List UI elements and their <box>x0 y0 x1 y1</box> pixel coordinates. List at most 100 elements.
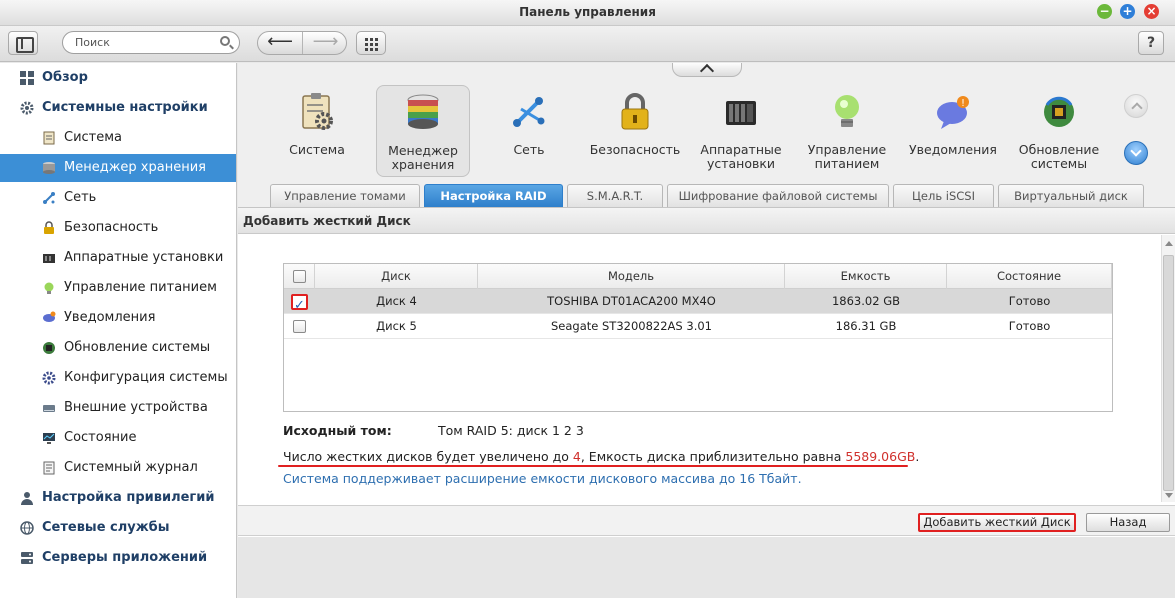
model-cell: Seagate ST3200822AS 3.01 <box>551 319 712 333</box>
sidebar-item-system[interactable]: Система <box>0 124 236 152</box>
tab-smart[interactable]: S.M.A.R.T. <box>567 184 663 207</box>
storage-disks-icon <box>407 94 439 129</box>
vertical-scrollbar[interactable] <box>1161 235 1175 502</box>
hardware-icon <box>43 254 55 263</box>
tab-filesystem-encryption[interactable]: Шифрование файловой системы <box>667 184 889 207</box>
app-label-line2: системы <box>1030 156 1088 171</box>
sidebar-item-network-services[interactable]: Сетевые службы <box>0 514 236 542</box>
table-row[interactable]: Диск 5 Seagate ST3200822AS 3.01 186.31 G… <box>284 314 1112 339</box>
sidebar-item-label: Состояние <box>64 430 137 445</box>
app-storage-manager[interactable]: Менеджер хранения <box>376 85 470 177</box>
globe-icon <box>20 521 34 535</box>
sidebar-item-external-devices[interactable]: Внешние устройства <box>0 394 236 422</box>
row-checkbox[interactable] <box>293 320 306 333</box>
row-checkbox-checked[interactable] <box>291 293 308 318</box>
sidebar-item-privileges[interactable]: Настройка привилегий <box>0 484 236 512</box>
sidebar-item-label: Настройка привилегий <box>42 490 215 505</box>
user-icon <box>21 492 33 505</box>
sidebar-item-label: Безопасность <box>64 220 159 235</box>
app-label-line1: Управление <box>807 142 887 157</box>
capacity-cell: 1863.02 GB <box>831 294 900 308</box>
sidebar-item-label: Системные настройки <box>42 100 208 115</box>
tab-volume-management[interactable]: Управление томами <box>270 184 420 207</box>
message-text: Число жестких дисков будет увеличено до <box>283 449 573 464</box>
help-button[interactable]: ? <box>1138 31 1164 55</box>
collapse-chevron-up-icon[interactable] <box>672 63 742 77</box>
sidebar-item-label: Аппаратные установки <box>64 250 224 265</box>
column-header-status[interactable]: Состояние <box>947 264 1112 289</box>
app-hardware[interactable]: Аппаратные установки <box>694 85 788 177</box>
sidebar-item-network[interactable]: Сеть <box>0 184 236 212</box>
search-input[interactable] <box>62 31 240 54</box>
model-cell: TOSHIBA DT01ACA200 MX4O <box>547 294 716 308</box>
source-volume-label: Исходный том: <box>283 423 392 438</box>
column-header-model[interactable]: Модель <box>478 264 785 289</box>
app-label-line2: хранения <box>391 157 455 172</box>
column-header-capacity[interactable]: Емкость <box>785 264 947 289</box>
storage-disks-icon <box>43 162 55 174</box>
grid-dot-icon <box>365 48 368 51</box>
app-label-line1: Уведомления <box>909 142 997 157</box>
scroll-arrow-up-icon[interactable] <box>1165 241 1173 246</box>
search-icon[interactable] <box>220 36 230 46</box>
sidebar-item-system-update[interactable]: Обновление системы <box>0 334 236 362</box>
sidebar-item-label: Сетевые службы <box>42 520 170 535</box>
sidebar-item-app-servers[interactable]: Серверы приложений <box>0 544 236 572</box>
capacity-support-message: Система поддерживает расширение емкости … <box>283 471 802 486</box>
sidebar-item-notifications[interactable]: Уведомления <box>0 304 236 332</box>
apps-grid-button[interactable] <box>356 31 386 55</box>
app-label-line1: Аппаратные <box>700 142 782 157</box>
action-bar: Добавить жесткий Диск Назад <box>238 505 1175 536</box>
sidebar-item-label: Серверы приложений <box>42 550 208 565</box>
sidebar-item-label: Обзор <box>42 70 88 85</box>
app-network[interactable]: Сеть <box>482 85 576 177</box>
grid-dot-icon <box>375 43 378 46</box>
table-row[interactable]: Диск 4 TOSHIBA DT01ACA200 MX4O 1863.02 G… <box>284 289 1112 318</box>
close-icon[interactable]: × <box>1144 4 1159 19</box>
minimize-icon[interactable]: − <box>1097 4 1112 19</box>
section-title: Добавить жесткий Диск <box>238 208 1175 234</box>
sidebar-item-overview[interactable]: Обзор <box>0 64 236 92</box>
select-all-checkbox[interactable] <box>293 270 306 283</box>
sidebar-item-hardware[interactable]: Аппаратные установки <box>0 244 236 272</box>
home-layout-button[interactable] <box>8 31 38 55</box>
grid-dot-icon <box>370 43 373 46</box>
sidebar-item-label: Конфигурация системы <box>64 370 228 385</box>
notification-bubble-icon: ! <box>937 96 969 129</box>
scroll-arrow-down-icon[interactable] <box>1165 493 1173 498</box>
sidebar-item-system-settings[interactable]: Системные настройки <box>0 94 236 122</box>
back-button[interactable]: Назад <box>1086 513 1170 532</box>
sidebar-item-status[interactable]: Состояние <box>0 424 236 452</box>
sidebar-item-security[interactable]: Безопасность <box>0 214 236 242</box>
sidebar-item-storage-manager[interactable]: Менеджер хранения <box>0 154 236 182</box>
sidebar-item-power[interactable]: Управление питанием <box>0 274 236 302</box>
lightbulb-icon <box>44 282 54 294</box>
sidebar-item-system-config[interactable]: Конфигурация системы <box>0 364 236 392</box>
padlock-icon <box>621 93 649 130</box>
app-system[interactable]: Система <box>270 85 364 177</box>
tab-raid-settings[interactable]: Настройка RAID <box>424 184 563 207</box>
maximize-icon[interactable]: + <box>1120 4 1135 19</box>
sidebar-item-label: Система <box>64 130 123 145</box>
app-power[interactable]: Управление питанием <box>800 85 894 177</box>
tab-virtual-disk[interactable]: Виртуальный диск <box>998 184 1144 207</box>
app-label-line1: Менеджер <box>388 143 458 158</box>
scroll-down-icon[interactable] <box>1124 141 1148 165</box>
back-arrow-icon[interactable]: ⟵ <box>258 32 303 54</box>
app-security[interactable]: Безопасность <box>588 85 682 177</box>
disk-count-value: 4 <box>572 449 581 464</box>
app-notifications[interactable]: ! Уведомления <box>906 85 1000 177</box>
config-gear-icon <box>42 371 56 385</box>
capacity-value: 5589.06GB <box>845 449 916 464</box>
clipboard-gear-icon <box>302 93 333 130</box>
sidebar-item-system-log[interactable]: Системный журнал <box>0 454 236 482</box>
tab-iscsi-target[interactable]: Цель iSCSI <box>893 184 994 207</box>
add-disk-button[interactable]: Добавить жесткий Диск <box>918 513 1076 532</box>
forward-arrow-icon[interactable]: ⟶ <box>303 32 346 54</box>
column-header-disk[interactable]: Диск <box>315 264 478 289</box>
scroll-up-icon[interactable] <box>1124 94 1148 118</box>
empty-area <box>238 537 1175 598</box>
scrollbar-thumb[interactable] <box>1163 255 1174 491</box>
tab-bar: Управление томами Настройка RAID S.M.A.R… <box>238 184 1175 208</box>
app-system-update[interactable]: Обновление системы <box>1012 85 1106 177</box>
